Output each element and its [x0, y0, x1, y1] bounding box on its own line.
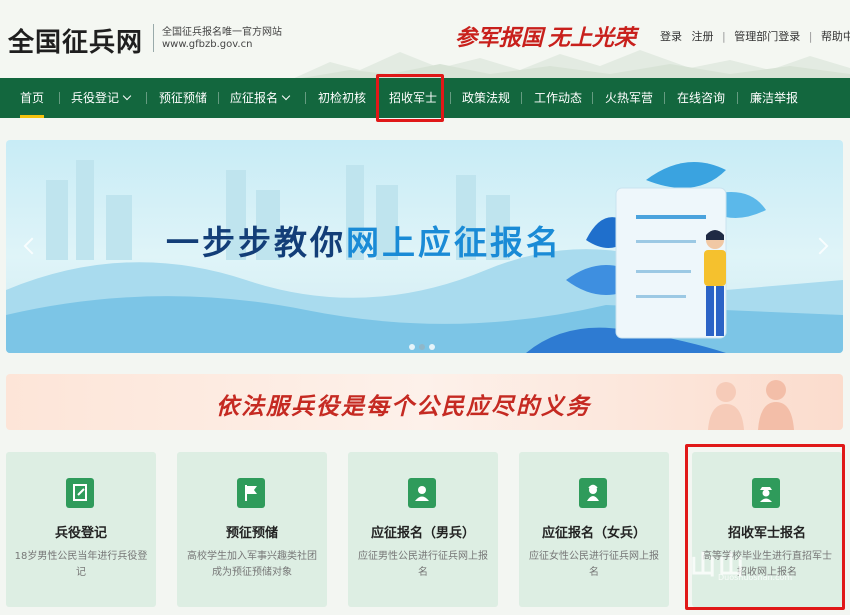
nav-separator — [664, 92, 665, 104]
card-title: 兵役登记 — [54, 526, 107, 541]
carousel-dot[interactable] — [429, 344, 435, 350]
nav-label: 廉洁举报 — [750, 91, 799, 105]
nav-separator — [521, 92, 522, 104]
slogan-left: 参军报国 — [455, 25, 544, 51]
card-description: 高校学生加入军事兴趣类社团成为预征预储对象 — [187, 551, 317, 578]
nav-item-military-registration[interactable]: 兵役登记 — [71, 78, 132, 118]
separator: | — [722, 30, 726, 43]
nav-separator — [305, 92, 306, 104]
nav-label: 兵役登记 — [71, 91, 120, 105]
carousel-dots — [409, 335, 439, 353]
card-description: 应征女性公民进行征兵网上报名 — [529, 551, 659, 578]
nav-label: 预征预储 — [159, 91, 208, 105]
nav-separator — [59, 92, 60, 104]
highlight-box-nav — [376, 74, 444, 122]
card-title: 应征报名（男兵） — [370, 526, 475, 541]
banner-title: 一步步教你网上应征报名 — [166, 216, 562, 264]
carousel-dot-active[interactable] — [419, 344, 425, 350]
carousel-dot[interactable] — [409, 344, 415, 350]
nav-separator — [450, 92, 451, 104]
card-description: 应征男性公民进行征兵网上报名 — [358, 551, 488, 578]
edit-document-icon — [66, 478, 94, 508]
card-military-registration[interactable]: 兵役登记 18岁男性公民当年进行兵役登记 — [6, 452, 156, 607]
card-pre-enlistment[interactable]: 预征预储 高校学生加入军事兴趣类社团成为预征预储对象 — [177, 452, 327, 607]
card-title: 预征预储 — [225, 526, 278, 541]
nav-item-integrity-report[interactable]: 廉洁举报 — [750, 78, 798, 118]
male-user-icon — [408, 478, 436, 508]
flag-icon — [237, 478, 265, 508]
nav-item-barracks[interactable]: 火热军营 — [605, 78, 653, 118]
card-male-enlistment[interactable]: 应征报名（男兵） 应征男性公民进行征兵网上报名 — [348, 452, 498, 607]
nav-separator — [146, 92, 147, 104]
slogan-banner: 依法服兵役是每个公民应尽的义务 — [6, 374, 843, 430]
separator: | — [808, 30, 813, 43]
nav-separator — [592, 92, 593, 104]
login-link[interactable]: 登录 — [660, 28, 682, 44]
admin-login-link[interactable]: 管理部门登录 — [734, 28, 800, 44]
logo-divider — [153, 24, 154, 52]
nav-item-home[interactable]: 首页 — [20, 78, 45, 118]
nav-label: 首页 — [20, 91, 45, 105]
nav-item-online-consult[interactable]: 在线咨询 — [677, 78, 725, 118]
nav-item-news[interactable]: 工作动态 — [534, 78, 582, 118]
help-center-link[interactable]: 帮助中心 — [821, 28, 850, 44]
banner-carousel[interactable]: 一步步教你网上应征报名 — [6, 140, 843, 353]
nav-item-enlistment-signup[interactable]: 应征报名 — [230, 78, 291, 118]
slogan-right: 无上光荣 — [548, 25, 637, 51]
site-domain: www.gfbzb.gov.cn — [162, 39, 253, 50]
banner-title-part1: 一步步教你 — [166, 223, 346, 262]
card-description: 18岁男性公民当年进行兵役登记 — [14, 551, 148, 578]
card-title: 应征报名（女兵） — [541, 526, 646, 541]
nav-item-policies[interactable]: 政策法规 — [462, 78, 510, 118]
chevron-down-icon — [122, 91, 132, 101]
nav-label: 火热军营 — [605, 91, 654, 105]
site-subtitle: 全国征兵报名唯一官方网站 — [162, 27, 282, 38]
card-female-enlistment[interactable]: 应征报名（女兵） 应征女性公民进行征兵网上报名 — [519, 452, 669, 607]
slogan-text: 依法服兵役是每个公民应尽的义务 — [216, 393, 591, 420]
chevron-down-icon — [281, 91, 291, 101]
nav-label: 在线咨询 — [677, 91, 726, 105]
female-user-icon — [579, 478, 607, 508]
highlight-box-card — [685, 444, 845, 610]
site-header: 全国征兵网 全国征兵报名唯一官方网站 www.gfbzb.gov.cn 参军报国… — [0, 0, 850, 78]
register-link[interactable]: 注册 — [692, 28, 714, 44]
banner-title-highlight: 网上应征报名 — [346, 223, 562, 262]
soldier-salute-icon — [708, 380, 794, 430]
nav-label: 初检初核 — [318, 91, 367, 105]
nav-separator — [218, 92, 219, 104]
nav-item-pre-enlistment[interactable]: 预征预储 — [159, 78, 207, 118]
watermark-site: Duoshuoshan.com — [718, 573, 793, 582]
nav-separator — [737, 92, 738, 104]
nav-label: 工作动态 — [534, 91, 583, 105]
nav-label: 政策法规 — [462, 91, 511, 105]
nav-label: 应征报名 — [230, 91, 279, 105]
nav-item-initial-check[interactable]: 初检初核 — [318, 78, 366, 118]
top-links: 登录 注册 | 管理部门登录 | 帮助中心 — [660, 28, 850, 44]
site-logo-title[interactable]: 全国征兵网 — [8, 22, 143, 59]
